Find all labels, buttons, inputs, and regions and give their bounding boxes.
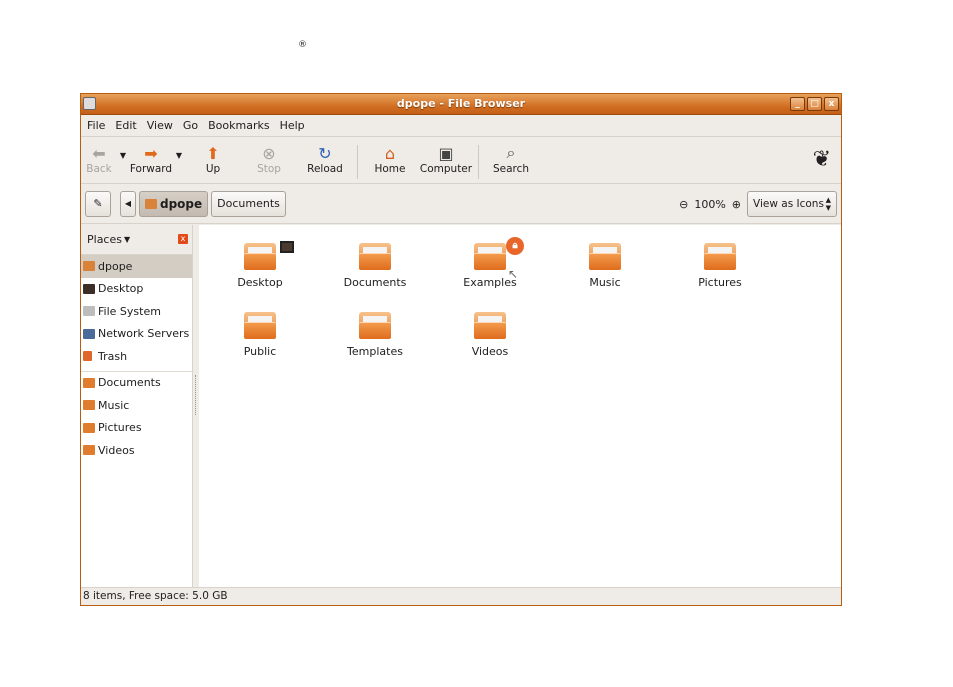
registered-mark: ®: [298, 40, 307, 50]
sidebar-item-pictures[interactable]: Pictures: [81, 417, 192, 440]
arrow-right-icon: ➡: [144, 143, 158, 163]
reload-icon: ↻: [318, 143, 332, 163]
file-item-videos[interactable]: Videos: [445, 308, 535, 358]
back-button[interactable]: ⬅ Back: [81, 143, 117, 176]
menu-edit[interactable]: Edit: [115, 119, 136, 132]
minimize-button[interactable]: _: [790, 97, 805, 111]
home-folder-icon: [83, 261, 95, 272]
location-bar: ✎ ◀ dpope Documents ⊖ 100% ⊕ View as Ico…: [81, 184, 841, 224]
chevron-left-icon: ◀: [124, 199, 132, 208]
toggle-location-button[interactable]: ✎: [85, 190, 111, 217]
sidebar-item-documents[interactable]: Documents: [81, 372, 192, 395]
reload-button[interactable]: ↻ Reload: [297, 143, 353, 176]
file-item-templates[interactable]: Templates: [330, 308, 420, 358]
sidebar-item-trash[interactable]: Trash: [81, 345, 192, 368]
computer-button[interactable]: ▣ Computer: [418, 143, 474, 176]
breadcrumb-dpope[interactable]: dpope: [139, 190, 209, 217]
maximize-button[interactable]: □: [807, 97, 822, 111]
sidebar-item-network-servers[interactable]: Network Servers: [81, 323, 192, 346]
trash-icon: [83, 351, 92, 362]
arrow-up-icon: ⬆: [206, 143, 220, 163]
link-arrow-icon: ↖: [508, 267, 519, 281]
sidebar-item-videos[interactable]: Videos: [81, 439, 192, 462]
file-view[interactable]: Desktop Documents 🔒︎ ↖ Examples Music Pi…: [199, 225, 841, 587]
folder-icon: [244, 241, 294, 271]
file-item-documents[interactable]: Documents: [330, 239, 420, 289]
edit-location-icon: ✎: [93, 197, 103, 210]
folder-icon: [83, 377, 95, 388]
sidebar-close-button[interactable]: x: [178, 234, 188, 244]
sidebar-header[interactable]: Places ▼ x: [81, 225, 192, 255]
menu-go[interactable]: Go: [183, 119, 198, 132]
file-item-examples[interactable]: 🔒︎ ↖ Examples: [445, 237, 535, 289]
sidebar-item-file-system[interactable]: File System: [81, 300, 192, 323]
breadcrumb-documents[interactable]: Documents: [211, 190, 286, 217]
menu-bookmarks[interactable]: Bookmarks: [208, 119, 269, 132]
window-title: dpope - File Browser: [396, 97, 526, 110]
home-folder-icon: ⌂: [384, 143, 396, 163]
folder-icon: [359, 243, 391, 271]
zoom-out-icon[interactable]: ⊖: [679, 198, 688, 211]
folder-icon: [83, 422, 95, 433]
folder-icon: [474, 312, 506, 340]
breadcrumb-left-button[interactable]: ◀: [120, 190, 136, 217]
menu-help[interactable]: Help: [280, 119, 305, 132]
file-item-music[interactable]: Music: [560, 239, 650, 289]
chevron-down-icon: ▼: [123, 235, 131, 244]
spin-arrows-icon: ▲ ▼: [825, 196, 831, 212]
network-icon: [83, 328, 95, 339]
title-bar[interactable]: dpope - File Browser _ □ x: [81, 94, 841, 115]
gnome-foot-icon: ❦: [812, 147, 831, 172]
drive-icon: [83, 306, 95, 317]
sidebar: Places ▼ x dpope Desktop File System Net…: [81, 225, 193, 587]
view-mode-select[interactable]: View as Icons ▲ ▼: [747, 191, 837, 217]
zoom-level[interactable]: 100%: [694, 198, 725, 211]
file-item-pictures[interactable]: Pictures: [675, 239, 765, 289]
file-item-public[interactable]: Public: [215, 308, 305, 358]
computer-icon: ▣: [438, 143, 454, 163]
toolbar-separator: [357, 145, 358, 179]
toolbar: ⬅ Back ▼ ➡ Forward ▼ ⬆ Up ⊗ Stop ↻ Reloa…: [81, 137, 841, 184]
stop-icon: ⊗: [262, 143, 276, 163]
folder-icon: 🔒︎ ↖: [474, 237, 524, 281]
folder-icon: [83, 445, 95, 456]
desktop-badge-icon: [280, 241, 294, 253]
menu-bar: File Edit View Go Bookmarks Help: [81, 115, 841, 137]
status-bar: 8 items, Free space: 5.0 GB: [81, 587, 841, 605]
folder-icon: [704, 243, 736, 271]
forward-history-dropdown[interactable]: ▼: [173, 143, 185, 160]
desktop-icon: [83, 283, 95, 294]
up-button[interactable]: ⬆ Up: [185, 143, 241, 176]
menu-view[interactable]: View: [147, 119, 173, 132]
close-button[interactable]: x: [824, 97, 839, 111]
back-history-dropdown[interactable]: ▼: [117, 143, 129, 160]
sidebar-item-desktop[interactable]: Desktop: [81, 278, 192, 301]
search-icon: ⌕: [506, 143, 516, 162]
stop-button[interactable]: ⊗ Stop: [241, 143, 297, 176]
folder-icon: [83, 400, 95, 411]
folder-icon: [244, 312, 276, 340]
forward-button[interactable]: ➡ Forward: [129, 143, 173, 176]
sidebar-item-dpope[interactable]: dpope: [81, 255, 192, 278]
home-button[interactable]: ⌂ Home: [362, 143, 418, 176]
toolbar-separator: [478, 145, 479, 179]
file-item-desktop[interactable]: Desktop: [215, 239, 305, 289]
zoom-in-icon[interactable]: ⊕: [732, 198, 741, 211]
file-browser-window: dpope - File Browser _ □ x File Edit Vie…: [80, 93, 842, 606]
lock-badge-icon: 🔒︎: [506, 237, 524, 255]
sidebar-item-music[interactable]: Music: [81, 394, 192, 417]
arrow-left-icon: ⬅: [92, 143, 106, 163]
folder-icon: [589, 243, 621, 271]
home-folder-icon: [145, 198, 157, 209]
search-button[interactable]: ⌕ Search: [483, 143, 539, 175]
menu-file[interactable]: File: [87, 119, 105, 132]
folder-icon: [359, 312, 391, 340]
